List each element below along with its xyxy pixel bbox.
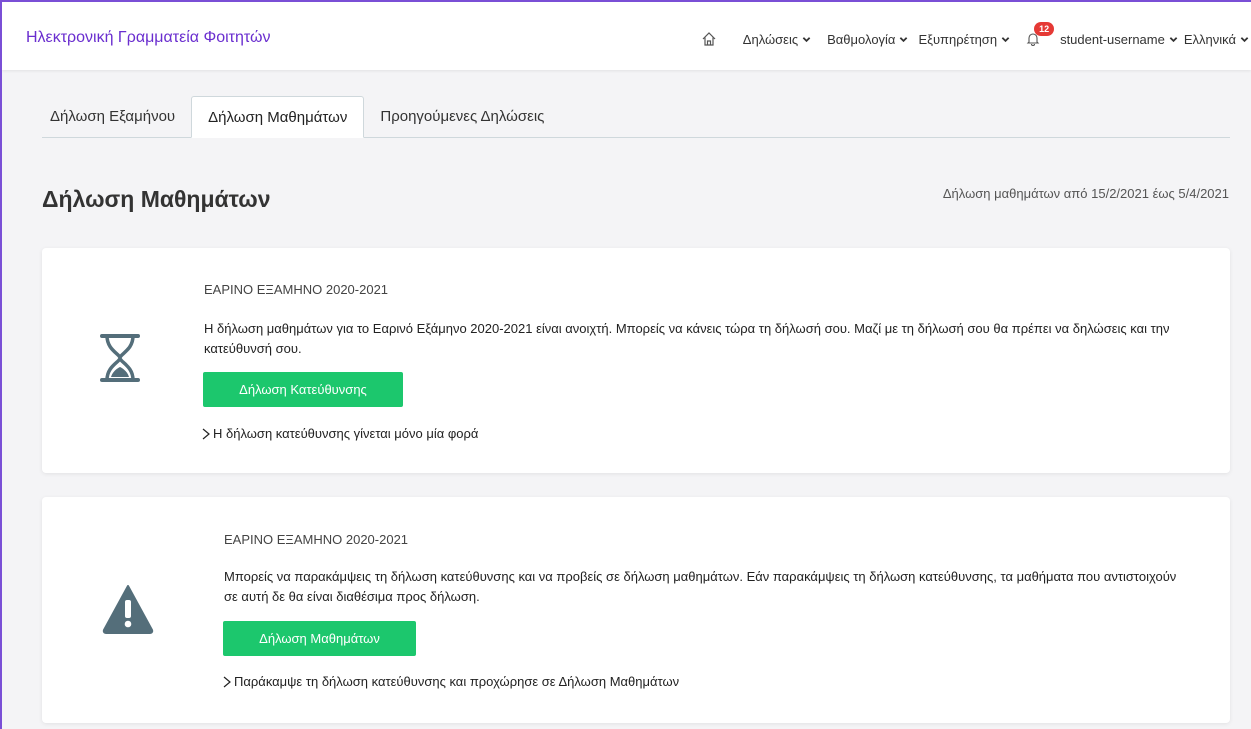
notifications-button[interactable]: 12 bbox=[1026, 22, 1055, 46]
semester-label: ΕΑΡΙΝΟ ΕΞΑΜΗΝΟ 2020-2021 bbox=[224, 532, 409, 547]
brand-title[interactable]: Ηλεκτρονική Γραμματεία Φοιτητών bbox=[26, 29, 270, 47]
direction-info-text: Η δήλωση κατεύθυνσης γίνεται μόνο μία φο… bbox=[213, 426, 479, 441]
nav-declarations-label: Δηλώσεις bbox=[742, 31, 799, 47]
chevron-down-icon bbox=[802, 36, 811, 42]
hourglass-icon bbox=[100, 334, 140, 382]
card-description: Μπορείς να παρακάμψεις τη δήλωση κατεύθυ… bbox=[224, 569, 1177, 604]
username-label: student-username bbox=[1060, 31, 1165, 47]
chevron-right-icon bbox=[202, 428, 210, 439]
skip-direction-card: ΕΑΡΙΝΟ ΕΞΑΜΗΝΟ 2020-2021 Μπορείς να παρα… bbox=[42, 497, 1230, 723]
tab-semester-declaration[interactable]: Δήλωση Εξαμήνου bbox=[42, 95, 191, 137]
nav-service-label: Εξυπηρέτηση bbox=[918, 31, 998, 47]
skip-direction-text: Παράκαμψε τη δήλωση κατεύθυνσης και προχ… bbox=[234, 674, 680, 689]
declaration-tabs: Δήλωση Εξαμήνου Δήλωση Μαθημάτων Προηγού… bbox=[42, 96, 1230, 138]
app-frame: Ηλεκτρονική Γραμματεία Φοιτητών Δηλώσεις… bbox=[0, 0, 1251, 729]
declare-direction-button[interactable]: Δήλωση Κατεύθυνσης bbox=[203, 372, 403, 407]
tab-previous-declarations[interactable]: Προηγούμενες Δηλώσεις bbox=[364, 95, 560, 137]
nav-grades-label: Βαθμολογία bbox=[827, 31, 896, 47]
direction-declaration-card: ΕΑΡΙΝΟ ΕΞΑΜΗΝΟ 2020-2021 Η δήλωση μαθημά… bbox=[42, 248, 1230, 473]
card-description: Η δήλωση μαθημάτων για το Εαρινό Εξάμηνο… bbox=[204, 321, 1170, 356]
chevron-down-icon bbox=[1240, 36, 1249, 42]
user-menu[interactable]: student-username bbox=[1060, 32, 1178, 47]
skip-direction-link[interactable]: Παράκαμψε τη δήλωση κατεύθυνσης και προχ… bbox=[223, 674, 679, 689]
nav-service[interactable]: Εξυπηρέτηση bbox=[918, 32, 1010, 47]
page-title: Δήλωση Μαθημάτων bbox=[42, 186, 271, 212]
chevron-down-icon bbox=[1001, 36, 1010, 42]
semester-label: ΕΑΡΙΝΟ ΕΞΑΜΗΝΟ 2020-2021 bbox=[204, 282, 389, 297]
tab-course-declaration[interactable]: Δήλωση Μαθημάτων bbox=[191, 96, 365, 138]
nav-grades[interactable]: Βαθμολογία bbox=[827, 32, 908, 47]
direction-info-link[interactable]: Η δήλωση κατεύθυνσης γίνεται μόνο μία φο… bbox=[202, 426, 478, 441]
top-navbar: Ηλεκτρονική Γραμματεία Φοιτητών Δηλώσεις… bbox=[2, 2, 1251, 70]
chevron-down-icon bbox=[1169, 36, 1178, 42]
chevron-right-icon bbox=[223, 676, 231, 687]
declaration-period: Δήλωση μαθημάτων από 15/2/2021 έως 5/4/2… bbox=[942, 186, 1229, 201]
language-menu[interactable]: Ελληνικά bbox=[1184, 32, 1249, 47]
language-label: Ελληνικά bbox=[1183, 31, 1236, 47]
chevron-down-icon bbox=[900, 36, 908, 42]
nav-declarations[interactable]: Δηλώσεις bbox=[743, 32, 811, 47]
nav-menu: Δηλώσεις Βαθμολογία Εξυπηρέτηση 12 stude… bbox=[701, 22, 1249, 47]
notification-badge: 12 bbox=[1034, 22, 1055, 36]
declare-courses-button[interactable]: Δήλωση Μαθημάτων bbox=[223, 621, 416, 656]
warning-icon bbox=[102, 585, 154, 634]
home-icon[interactable] bbox=[701, 31, 717, 47]
